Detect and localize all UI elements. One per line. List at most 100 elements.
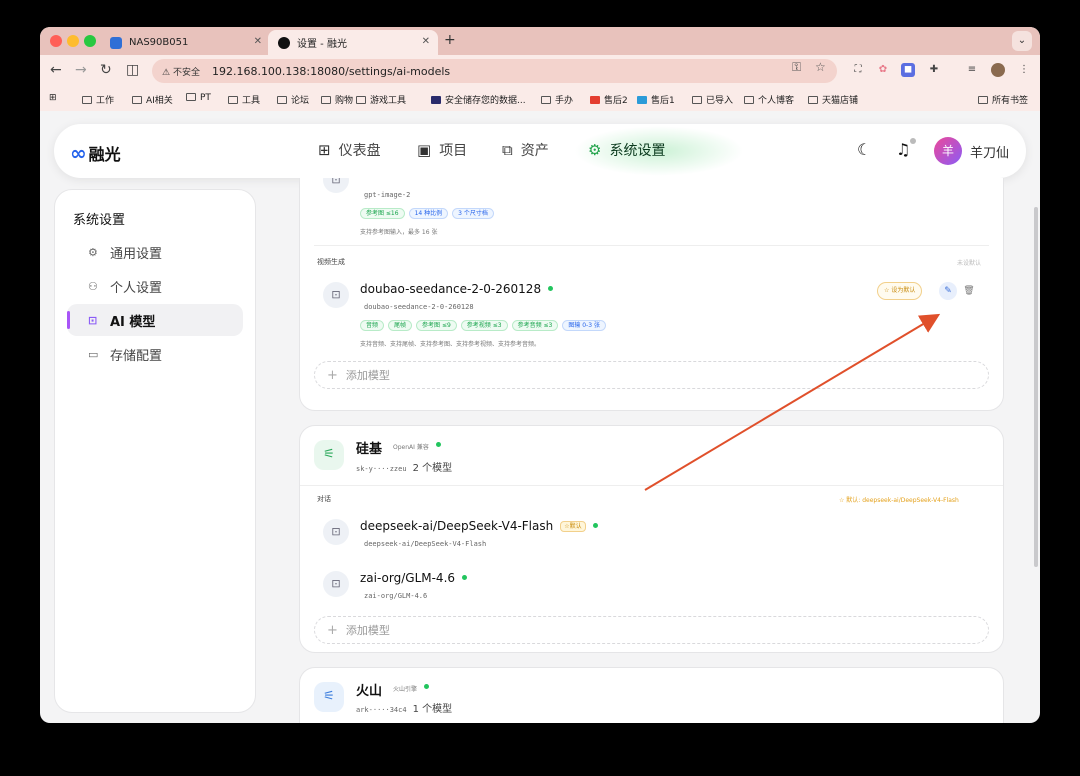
status-dot <box>424 684 430 689</box>
tab-search-button[interactable]: ⌄ <box>1012 31 1032 51</box>
bookmark-star-icon[interactable]: ☆ <box>815 60 826 74</box>
set-default-button[interactable]: ☆ 设为默认 <box>877 282 923 300</box>
gear-icon: ⚙ <box>588 141 602 159</box>
tag: 音频 <box>360 320 385 331</box>
gear-icon: ⚙ <box>88 245 98 259</box>
bookmark-folder[interactable]: 游戏工具 <box>356 93 406 106</box>
more-icon[interactable]: ⋮ <box>1017 63 1031 77</box>
sidebar-item-ai-models[interactable]: ⊡ AI 模型 <box>67 304 243 336</box>
security-label: 不安全 <box>172 67 200 78</box>
section-label: 视频生成 <box>317 258 345 266</box>
nav-dashboard[interactable]: ⊞ 仪表盘 <box>318 140 381 160</box>
user-name[interactable]: 羊刀仙 <box>970 142 1009 161</box>
close-window-button[interactable] <box>50 35 62 47</box>
forward-icon[interactable]: → <box>75 62 87 78</box>
tab-title: 设置 - 融光 <box>297 39 347 50</box>
nas-icon <box>110 36 122 49</box>
app-logo[interactable]: ∞ 融光 <box>70 141 121 165</box>
site-icon <box>431 96 441 104</box>
status-dot <box>548 286 554 291</box>
bell-icon[interactable]: ♫ <box>896 140 910 159</box>
reload-icon[interactable]: ↻ <box>100 62 112 78</box>
url-text: 192.168.100.138:18080/settings/ai-models <box>211 64 451 78</box>
new-tab-button[interactable]: + <box>444 32 456 48</box>
back-icon[interactable]: ← <box>50 62 62 78</box>
model-id: zai-org/GLM-4.6 <box>364 592 428 600</box>
minimize-window-button[interactable] <box>67 35 79 47</box>
robot-icon: ⊡ <box>88 313 98 327</box>
default-badge: ☆默认 <box>560 521 586 532</box>
status-dot <box>435 442 441 447</box>
infinity-logo-icon: ∞ <box>70 141 87 165</box>
bookmark-folder[interactable]: 已导入 <box>692 93 733 106</box>
folder-icon <box>978 96 988 104</box>
robot-icon: ⊡ <box>323 282 349 308</box>
profile-avatar[interactable] <box>991 63 1005 77</box>
section-label: 对话 <box>317 495 331 503</box>
bookmark-item[interactable]: 售后2 <box>590 93 628 106</box>
bookmark-folder[interactable]: 手办 <box>541 93 573 106</box>
model-name: zai-org/GLM-4.6 <box>360 571 468 585</box>
dashboard-icon: ⊞ <box>318 141 331 159</box>
add-model-button[interactable]: + 添加模型 <box>314 361 989 389</box>
tab-close-icon[interactable]: ✕ <box>254 36 262 47</box>
tab-close-icon[interactable]: ✕ <box>422 36 430 47</box>
sidebar-toggle-icon[interactable]: ◫ <box>126 62 139 78</box>
sidebar-item-storage[interactable]: ▭ 存储配置 <box>67 338 243 370</box>
nav-settings[interactable]: ⚙ 系统设置 <box>588 140 665 160</box>
trash-icon: 🗑 <box>963 286 975 296</box>
address-bar[interactable]: ⚠ 不安全 192.168.100.138:18080/settings/ai-… <box>152 59 837 83</box>
extension-icon[interactable]: ✿ <box>876 63 890 77</box>
image-icon: ⧉ <box>502 141 513 159</box>
security-indicator[interactable]: ⚠ 不安全 <box>158 63 204 80</box>
bookmark-folder[interactable]: AI相关 <box>132 93 173 106</box>
extension-icon[interactable]: ◼ <box>901 63 915 77</box>
bookmark-folder[interactable]: 工作 <box>82 93 114 106</box>
settings-sidebar: 系统设置 ⚙ 通用设置 ⚇ 个人设置 ⊡ AI 模型 ▭ 存储配置 <box>54 189 256 713</box>
delete-model-button[interactable]: 🗑 <box>960 282 978 300</box>
bookmark-item[interactable]: 安全储存您的数据... <box>431 93 526 106</box>
all-bookmarks[interactable]: 所有书签 <box>978 93 1028 106</box>
moon-icon[interactable]: ☾ <box>857 140 871 159</box>
avatar[interactable]: 羊 <box>934 137 962 165</box>
sliders-icon: ⚟ <box>314 682 344 712</box>
add-model-button[interactable]: + 添加模型 <box>314 616 989 644</box>
status-dot <box>462 575 468 580</box>
folder-icon <box>808 96 818 104</box>
browser-window: NAS90B051 ✕ 设置 - 融光 ✕ + ⌄ ← → ↻ ◫ ⚠ 不安全 … <box>40 27 1040 723</box>
tab-settings[interactable]: 设置 - 融光 ✕ <box>268 30 438 55</box>
zoom-window-button[interactable] <box>84 35 96 47</box>
sidebar-title: 系统设置 <box>73 213 126 228</box>
tab-nas[interactable]: NAS90B051 ✕ <box>100 30 270 55</box>
default-hint: ☆ 默认: deepseek-ai/DeepSeek-V4-Flash <box>839 497 959 504</box>
model-count: 2 个模型 <box>412 463 453 474</box>
provider-card: ⚟ 硅基 OpenAI 兼容 sk-y····zzeu 2 个模型 对话 ☆ 默认… <box>299 425 1004 653</box>
key-icon[interactable]: ⚿ <box>792 60 801 75</box>
sidebar-item-personal[interactable]: ⚇ 个人设置 <box>67 270 243 302</box>
bookmark-folder[interactable]: 论坛 <box>277 93 309 106</box>
model-name: doubao-seedance-2-0-260128 <box>360 282 554 296</box>
puzzle-icon[interactable]: ✚ <box>927 63 941 77</box>
bookmark-folder[interactable]: 个人博客 <box>744 93 794 106</box>
edit-model-button[interactable]: ✎ <box>939 282 957 300</box>
capability-tags: 参考图 ≤16 14 种比例 3 个尺寸档 <box>360 208 498 219</box>
provider-card: ⊡ gpt-image-2 参考图 ≤16 14 种比例 3 个尺寸档 支持参考… <box>299 178 1004 411</box>
bookmark-folder[interactable]: 天猫店铺 <box>808 93 858 106</box>
nav-assets[interactable]: ⧉ 资产 <box>502 140 549 160</box>
bookmark-folder[interactable]: PT <box>186 93 211 103</box>
scrollbar[interactable] <box>1034 207 1038 567</box>
sidebar-item-general[interactable]: ⚙ 通用设置 <box>67 236 243 268</box>
provider-card: ⚟ 火山 火山引擎 ark-····34c4 1 个模型 <box>299 667 1004 723</box>
apps-grid-icon[interactable]: ⊞ <box>49 93 57 103</box>
model-id: deepseek-ai/DeepSeek-V4-Flash <box>364 540 487 548</box>
bookmark-folder[interactable]: 购物 <box>321 93 353 106</box>
extension-icon[interactable]: ⛶ <box>851 63 865 77</box>
storage-icon: ▭ <box>88 347 99 361</box>
tag: 14 种比例 <box>408 208 449 219</box>
folder-icon <box>744 96 754 104</box>
bookmark-item[interactable]: 售后1 <box>637 93 675 106</box>
bookmarks-bar: ⊞ 工作 AI相关 PT 工具 论坛 购物 游戏工具 安全储存您的数据... 手… <box>40 87 1040 111</box>
nav-projects[interactable]: ▣ 项目 <box>417 140 467 160</box>
menu-list-icon[interactable]: ≡ <box>965 63 979 77</box>
bookmark-folder[interactable]: 工具 <box>228 93 260 106</box>
